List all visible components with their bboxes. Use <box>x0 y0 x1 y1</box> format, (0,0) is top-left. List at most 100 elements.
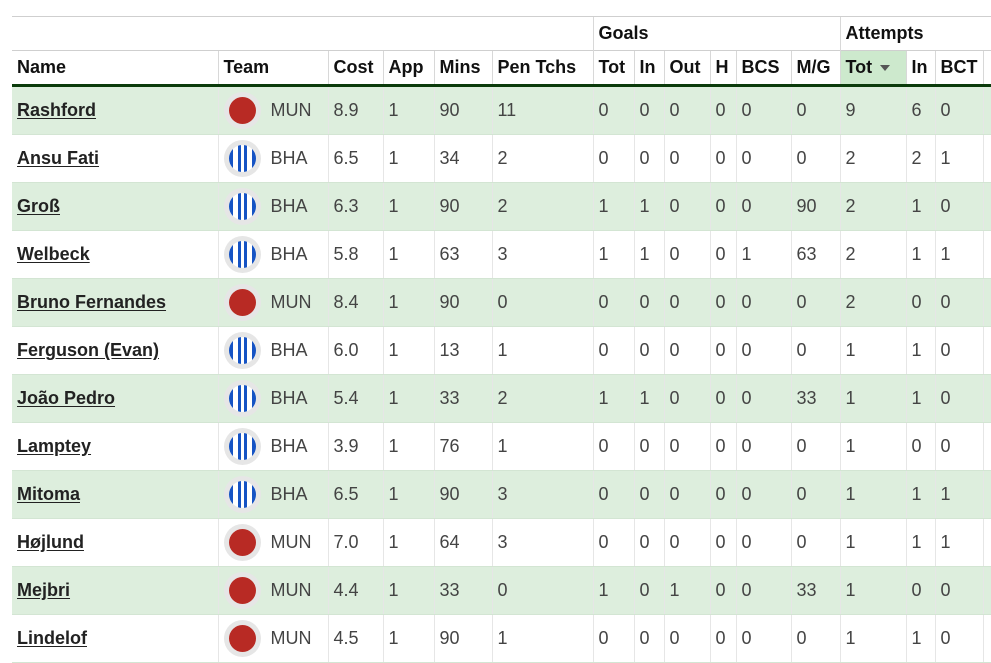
player-name-link[interactable]: Rashford <box>17 100 96 120</box>
app-cell: 1 <box>382 278 434 327</box>
goals-tot-cell: 1 <box>592 230 634 279</box>
attempts-bct-cell: 0 <box>934 182 983 231</box>
team-badge-icon <box>223 188 261 225</box>
cost-cell: 5.8 <box>327 230 383 279</box>
team-code: MUN <box>270 292 312 312</box>
overflow-cell <box>982 518 991 567</box>
app-cell: 1 <box>382 614 434 663</box>
attempts-in-cell: 0 <box>905 278 935 327</box>
cost-cell: 6.5 <box>327 134 383 183</box>
col-header-mins[interactable]: Mins <box>433 50 492 87</box>
col-header-goals-tot[interactable]: Tot <box>592 50 634 87</box>
goals-mg-cell: 0 <box>790 278 840 327</box>
player-name-link[interactable]: João Pedro <box>17 388 115 408</box>
col-header-pen-tchs[interactable]: Pen Tchs <box>491 50 593 87</box>
attempts-in-cell: 2 <box>905 134 935 183</box>
col-header-cost[interactable]: Cost <box>327 50 383 87</box>
goals-tot-cell: 1 <box>592 374 634 423</box>
team-code: MUN <box>270 532 312 552</box>
goals-h-cell: 0 <box>709 614 736 663</box>
player-name-link[interactable]: Ansu Fati <box>17 148 99 168</box>
mins-cell: 13 <box>433 326 492 375</box>
attempts-bct-cell: 1 <box>934 230 983 279</box>
col-header-name[interactable]: Name <box>12 50 218 87</box>
player-stats-table: Goals Attempts Name Team Cost App Mins P… <box>12 16 991 663</box>
table-row: Mitoma BHA 6.5 1 90 3 0 0 0 0 0 0 1 1 1 <box>12 470 991 519</box>
table-row: Rashford MUN 8.9 1 90 11 0 0 0 0 0 0 9 6… <box>12 85 991 135</box>
pen-tchs-cell: 2 <box>491 182 593 231</box>
player-name-link[interactable]: Ferguson (Evan) <box>17 340 159 360</box>
red-circle-crest-icon <box>228 289 256 316</box>
team-code: BHA <box>270 436 308 456</box>
attempts-in-cell: 1 <box>905 182 935 231</box>
col-header-goals-mg[interactable]: M/G <box>790 50 840 87</box>
goals-bcs-cell: 0 <box>735 326 791 375</box>
goals-out-cell: 1 <box>663 566 710 615</box>
col-header-attempts-tot[interactable]: Tot <box>839 50 906 87</box>
app-cell: 1 <box>382 85 434 135</box>
player-name-link[interactable]: Højlund <box>17 532 84 552</box>
player-name-link[interactable]: Bruno Fernandes <box>17 292 166 312</box>
cost-cell: 8.9 <box>327 85 383 135</box>
goals-out-cell: 0 <box>663 374 710 423</box>
mins-cell: 90 <box>433 182 492 231</box>
overflow-cell <box>982 614 991 663</box>
goals-mg-cell: 0 <box>790 422 840 471</box>
mins-cell: 90 <box>433 614 492 663</box>
attempts-in-cell: 1 <box>905 326 935 375</box>
player-name-cell: Mitoma <box>12 470 218 519</box>
goals-out-cell: 0 <box>663 230 710 279</box>
col-header-attempts-in[interactable]: In <box>905 50 935 87</box>
blue-white-stripes-crest-icon <box>228 145 256 172</box>
red-circle-crest-icon <box>228 577 256 604</box>
overflow-cell <box>982 326 991 375</box>
mins-cell: 63 <box>433 230 492 279</box>
team-cell: BHA <box>217 182 328 231</box>
col-header-goals-bcs[interactable]: BCS <box>735 50 791 87</box>
table-row: Mejbri MUN 4.4 1 33 0 1 0 1 0 0 33 1 0 0 <box>12 566 991 615</box>
attempts-bct-cell: 1 <box>934 134 983 183</box>
goals-bcs-cell: 0 <box>735 566 791 615</box>
goals-mg-cell: 90 <box>790 182 840 231</box>
app-cell: 1 <box>382 230 434 279</box>
attempts-tot-cell: 1 <box>839 422 906 471</box>
col-header-goals-h[interactable]: H <box>709 50 736 87</box>
team-cell: BHA <box>217 422 328 471</box>
col-header-goals-out[interactable]: Out <box>663 50 710 87</box>
goals-h-cell: 0 <box>709 85 736 135</box>
col-header-goals-in[interactable]: In <box>633 50 664 87</box>
team-badge-icon <box>223 140 261 177</box>
table-row: Lamptey BHA 3.9 1 76 1 0 0 0 0 0 0 1 0 0 <box>12 422 991 471</box>
team-code: MUN <box>270 580 312 600</box>
player-name-link[interactable]: Lamptey <box>17 436 91 456</box>
group-header-blank <box>12 16 593 51</box>
app-cell: 1 <box>382 470 434 519</box>
player-name-link[interactable]: Mejbri <box>17 580 70 600</box>
player-name-link[interactable]: Welbeck <box>17 244 90 264</box>
app-cell: 1 <box>382 182 434 231</box>
mins-cell: 90 <box>433 278 492 327</box>
red-circle-crest-icon <box>228 97 256 124</box>
col-header-team[interactable]: Team <box>217 50 328 87</box>
goals-h-cell: 0 <box>709 518 736 567</box>
attempts-in-cell: 1 <box>905 518 935 567</box>
goals-out-cell: 0 <box>663 134 710 183</box>
col-header-attempts-bct[interactable]: BCT <box>934 50 983 87</box>
player-name-link[interactable]: Lindelof <box>17 628 87 648</box>
goals-out-cell: 0 <box>663 85 710 135</box>
player-name-link[interactable]: Mitoma <box>17 484 80 504</box>
goals-bcs-cell: 0 <box>735 422 791 471</box>
team-badge-icon <box>223 332 261 369</box>
attempts-in-cell: 1 <box>905 230 935 279</box>
attempts-tot-cell: 2 <box>839 230 906 279</box>
attempts-tot-cell: 1 <box>839 470 906 519</box>
col-header-app[interactable]: App <box>382 50 434 87</box>
player-name-link[interactable]: Groß <box>17 196 60 216</box>
team-code: MUN <box>270 628 312 648</box>
cost-cell: 8.4 <box>327 278 383 327</box>
mins-cell: 76 <box>433 422 492 471</box>
team-badge-icon <box>223 380 261 417</box>
pen-tchs-cell: 11 <box>491 85 593 135</box>
overflow-cell <box>982 470 991 519</box>
app-cell: 1 <box>382 374 434 423</box>
